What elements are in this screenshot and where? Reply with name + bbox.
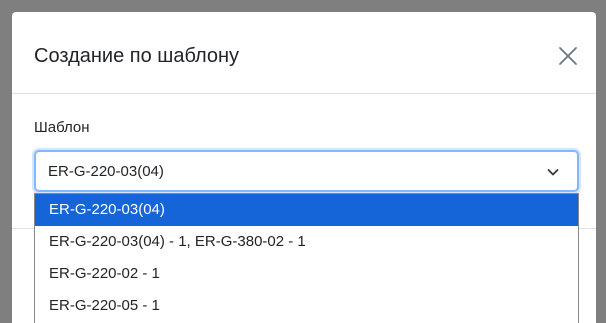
- template-select-value: ER-G-220-03(04): [48, 163, 164, 180]
- template-option[interactable]: ER-G-220-05 - 1: [35, 290, 578, 322]
- dialog-header: Создание по шаблону: [12, 12, 596, 94]
- template-select[interactable]: ER-G-220-03(04): [34, 150, 579, 192]
- template-option[interactable]: ER-G-220-03(04) - 1, ER-G-380-02 - 1: [35, 226, 578, 258]
- chevron-down-icon: [547, 169, 559, 176]
- template-option[interactable]: ER-G-220-02 - 1: [35, 258, 578, 290]
- dialog-title: Создание по шаблону: [34, 45, 240, 67]
- template-options-list[interactable]: ER-G-220-03(04) ER-G-220-03(04) - 1, ER-…: [34, 193, 579, 323]
- template-option[interactable]: ER-G-220-03(04): [35, 194, 578, 226]
- close-button[interactable]: [556, 44, 580, 68]
- template-field-label: Шаблон: [34, 119, 90, 136]
- close-icon[interactable]: [556, 44, 580, 68]
